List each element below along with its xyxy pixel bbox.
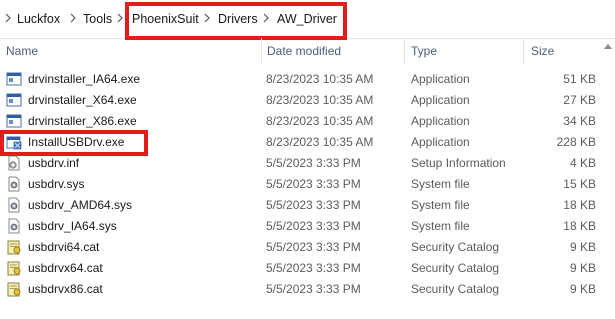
system-file-icon: [6, 197, 22, 213]
file-size: 18 KB: [563, 198, 596, 212]
column-name[interactable]: Name: [6, 44, 38, 58]
file-row[interactable]: usbdrv.inf 5/5/2023 3:33 PM Setup Inform…: [0, 153, 615, 174]
file-row[interactable]: drvinstaller_X64.exe 8/23/2023 10:35 AM …: [0, 90, 615, 111]
breadcrumb-tools[interactable]: Tools: [83, 12, 112, 26]
file-size: 51 KB: [563, 72, 596, 86]
chevron-right-icon[interactable]: [69, 12, 77, 24]
file-date: 5/5/2023 3:33 PM: [266, 261, 361, 275]
file-name: usbdrv.sys: [28, 177, 85, 191]
file-row[interactable]: usbdrv.sys 5/5/2023 3:33 PM System file …: [0, 174, 615, 195]
setup-info-icon: [6, 155, 22, 171]
security-catalog-icon: [6, 239, 22, 255]
file-date: 5/5/2023 3:33 PM: [266, 282, 361, 296]
file-name: drvinstaller_IA64.exe: [28, 72, 141, 86]
file-type: Security Catalog: [411, 261, 500, 275]
file-row[interactable]: usbdrv_AMD64.sys 5/5/2023 3:33 PM System…: [0, 195, 615, 216]
system-file-icon: [6, 218, 22, 234]
file-type: Application: [411, 72, 470, 86]
column-header: Name Date modified Type Size: [0, 38, 615, 64]
file-type: System file: [411, 219, 470, 233]
column-size[interactable]: Size: [531, 44, 554, 58]
file-name: usbdrv_AMD64.sys: [28, 198, 133, 212]
file-type: Security Catalog: [411, 240, 500, 254]
file-date: 5/5/2023 3:33 PM: [266, 219, 361, 233]
system-file-icon: [6, 176, 22, 192]
application-icon: [6, 113, 22, 129]
chevron-right-icon[interactable]: [4, 12, 12, 24]
file-size: 27 KB: [563, 93, 596, 107]
file-name: drvinstaller_X64.exe: [28, 93, 137, 107]
file-type: System file: [411, 177, 470, 191]
column-date[interactable]: Date modified: [267, 44, 341, 58]
breadcrumb-luckfox[interactable]: Luckfox: [17, 12, 60, 26]
file-name: drvinstaller_X86.exe: [28, 114, 137, 128]
file-size: 34 KB: [563, 114, 596, 128]
column-divider[interactable]: [523, 38, 524, 64]
file-row[interactable]: usbdrvi64.cat 5/5/2023 3:33 PM Security …: [0, 237, 615, 258]
file-row[interactable]: drvinstaller_IA64.exe 8/23/2023 10:35 AM…: [0, 69, 615, 90]
file-type: System file: [411, 198, 470, 212]
file-date: 5/5/2023 3:33 PM: [266, 177, 361, 191]
file-name: usbdrv.inf: [28, 156, 80, 170]
file-type: Security Catalog: [411, 282, 500, 296]
column-divider[interactable]: [261, 38, 262, 64]
application-icon: [6, 71, 22, 87]
file-size: 9 KB: [569, 240, 596, 254]
file-row[interactable]: drvinstaller_X86.exe 8/23/2023 10:35 AM …: [0, 111, 615, 132]
column-divider[interactable]: [404, 38, 405, 64]
highlight-box-path: [125, 2, 347, 40]
file-size: 9 KB: [569, 282, 596, 296]
file-size: 15 KB: [563, 177, 596, 191]
file-type: Setup Information: [411, 156, 506, 170]
file-size: 228 KB: [556, 135, 596, 149]
file-type: Application: [411, 135, 470, 149]
file-date: 5/5/2023 3:33 PM: [266, 240, 361, 254]
file-date: 8/23/2023 10:35 AM: [266, 93, 374, 107]
chevron-right-icon[interactable]: [116, 12, 124, 24]
file-size: 4 KB: [569, 156, 596, 170]
file-size: 9 KB: [569, 261, 596, 275]
column-type[interactable]: Type: [411, 44, 437, 58]
file-row[interactable]: usbdrvx86.cat 5/5/2023 3:33 PM Security …: [0, 279, 615, 300]
file-type: Application: [411, 93, 470, 107]
file-name: usbdrvx64.cat: [28, 261, 103, 275]
file-name: usbdrvx86.cat: [28, 282, 103, 296]
file-size: 18 KB: [563, 219, 596, 233]
file-row[interactable]: usbdrv_IA64.sys 5/5/2023 3:33 PM System …: [0, 216, 615, 237]
security-catalog-icon: [6, 260, 22, 276]
file-type: Application: [411, 114, 470, 128]
file-date: 5/5/2023 3:33 PM: [266, 198, 361, 212]
file-date: 5/5/2023 3:33 PM: [266, 156, 361, 170]
security-catalog-icon: [6, 281, 22, 297]
file-date: 8/23/2023 10:35 AM: [266, 114, 374, 128]
highlight-box-installer: [0, 130, 148, 156]
file-date: 8/23/2023 10:35 AM: [266, 135, 374, 149]
scroll-up-icon[interactable]: [604, 44, 612, 49]
file-row[interactable]: usbdrvx64.cat 5/5/2023 3:33 PM Security …: [0, 258, 615, 279]
application-icon: [6, 92, 22, 108]
file-name: usbdrv_IA64.sys: [28, 219, 117, 233]
file-date: 8/23/2023 10:35 AM: [266, 72, 374, 86]
file-name: usbdrvi64.cat: [28, 240, 100, 254]
